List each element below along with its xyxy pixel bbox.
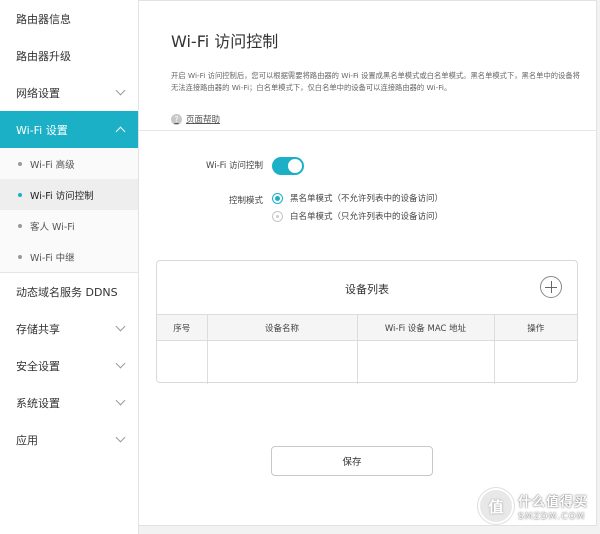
submenu-item-label: 客人 Wi-Fi (30, 221, 75, 233)
watermark: 值 什么值得买 SMZDM.COM (478, 488, 588, 524)
submenu-item-wifi-advanced[interactable]: Wi-Fi 高级 (0, 148, 138, 179)
radio-label: 黑名单模式（不允许列表中的设备访问） (290, 194, 444, 204)
submenu-item-guest-wifi[interactable]: 客人 Wi-Fi (0, 210, 138, 241)
page-title: Wi-Fi 访问控制 (171, 32, 279, 51)
sidebar-item-label: 网络设置 (16, 86, 60, 100)
submenu-item-label: Wi-Fi 高级 (30, 159, 75, 171)
sidebar-item-label: 路由器升级 (16, 49, 71, 63)
sidebar-item-network-settings[interactable]: 网络设置 (0, 74, 138, 111)
sidebar-item-apps[interactable]: 应用 (0, 421, 138, 458)
watermark-text: 什么值得买 SMZDM.COM (518, 491, 588, 522)
radio-unchecked-icon (272, 210, 283, 222)
submenu-item-label: Wi-Fi 访问控制 (30, 190, 94, 202)
chevron-down-icon (115, 321, 126, 331)
help-icon: ? (171, 113, 182, 125)
page-description: 开启 Wi-Fi 访问控制后，您可以根据需要将路由器的 Wi-Fi 设置成黑名单… (171, 71, 580, 92)
device-list-card: 设备列表 序号 设备名称 Wi-Fi 设备 MAC 地址 操作 (156, 260, 578, 384)
control-mode-label: 控制模式 (228, 196, 263, 206)
submenu-item-wifi-relay[interactable]: Wi-Fi 中继 (0, 241, 138, 272)
chevron-down-icon (115, 85, 126, 95)
column-header-mac: Wi-Fi 设备 MAC 地址 (357, 314, 495, 341)
toggle-knob (288, 159, 302, 173)
bullet-icon (18, 161, 22, 166)
sidebar-item-label: 存储共享 (16, 322, 60, 336)
main-panel: Wi-Fi 访问控制 开启 Wi-Fi 访问控制后，您可以根据需要将路由器的 W… (139, 0, 597, 526)
sidebar-item-label: 安全设置 (16, 359, 60, 373)
bullet-icon (18, 223, 22, 228)
chevron-up-icon (115, 126, 126, 136)
table-cell (207, 340, 358, 384)
wifi-submenu: Wi-Fi 高级 Wi-Fi 访问控制 客人 Wi-Fi Wi-Fi 中继 (0, 148, 138, 273)
sidebar-item-label: 路由器信息 (16, 12, 71, 26)
sidebar-item-wifi-settings[interactable]: Wi-Fi 设置 (0, 111, 138, 148)
sidebar-item-ddns[interactable]: 动态域名服务 DDNS (0, 273, 138, 310)
radio-whitelist-mode[interactable]: 白名单模式（只允许列表中的设备访问） (272, 210, 443, 222)
device-table: 序号 设备名称 Wi-Fi 设备 MAC 地址 操作 (157, 314, 577, 384)
sidebar-item-system-settings[interactable]: 系统设置 (0, 384, 138, 421)
watermark-text-en: SMZDM.COM (518, 511, 586, 522)
table-cell (357, 340, 495, 384)
table-cell (494, 341, 577, 384)
radio-label: 白名单模式（只允许列表中的设备访问） (290, 212, 444, 222)
watermark-text-cn: 什么值得买 (518, 494, 589, 510)
submenu-item-wifi-access-control[interactable]: Wi-Fi 访问控制 (0, 179, 138, 210)
column-header-device-name: 设备名称 (207, 314, 358, 341)
radio-checked-icon (272, 192, 283, 204)
help-link-label: 页面帮助 (186, 115, 221, 125)
add-device-button[interactable] (540, 276, 562, 298)
device-list-title: 设备列表 (345, 283, 389, 296)
divider (139, 130, 597, 131)
access-control-label: Wi-Fi 访问控制 (206, 161, 263, 171)
sidebar-item-label: 动态域名服务 DDNS (16, 285, 118, 299)
radio-blacklist-mode[interactable]: 黑名单模式（不允许列表中的设备访问） (272, 192, 443, 204)
help-link[interactable]: ? 页面帮助 (171, 113, 220, 125)
sidebar-item-label: Wi-Fi 设置 (16, 123, 68, 137)
sidebar-item-label: 系统设置 (16, 396, 60, 410)
chevron-down-icon (115, 358, 126, 368)
chevron-down-icon (115, 395, 126, 405)
save-button[interactable]: 保存 (271, 446, 433, 476)
table-row-empty (157, 340, 577, 384)
table-cell (157, 340, 208, 384)
sidebar-item-storage-sharing[interactable]: 存储共享 (0, 310, 138, 347)
sidebar-item-router-info[interactable]: 路由器信息 (0, 0, 138, 37)
column-header-actions: 操作 (494, 314, 577, 341)
sidebar-item-security-settings[interactable]: 安全设置 (0, 347, 138, 384)
bullet-icon (18, 254, 22, 259)
submenu-item-label: Wi-Fi 中继 (30, 252, 75, 264)
chevron-down-icon (115, 432, 126, 442)
sidebar: 路由器信息 路由器升级 网络设置 Wi-Fi 设置 Wi-Fi 高级 Wi-Fi… (0, 0, 139, 534)
column-header-index: 序号 (157, 314, 208, 341)
access-control-toggle[interactable] (272, 157, 304, 175)
sidebar-item-label: 应用 (16, 433, 38, 447)
bullet-icon (18, 192, 22, 197)
sidebar-item-router-upgrade[interactable]: 路由器升级 (0, 37, 138, 74)
watermark-logo-icon: 值 (478, 488, 514, 524)
